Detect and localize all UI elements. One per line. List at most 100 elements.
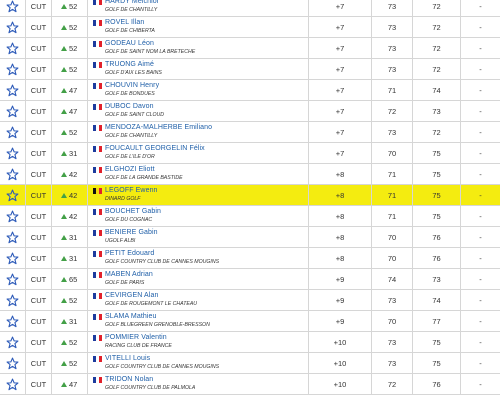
star-outline-icon[interactable]: [6, 336, 19, 349]
table-row[interactable]: CUT 47 CHOUVIN Henry GOLF DE BONDUES +7 71 74 -: [0, 80, 500, 101]
table-row[interactable]: CUT 42 LEGOFF Ewenn DINARD GOLF +8 71 75 -: [0, 185, 500, 206]
total-score-cell: +7: [309, 80, 372, 101]
round-1-score: 71: [387, 86, 397, 95]
table-row[interactable]: CUT 31 BENIERE Gabin UGOLF ALBI +8 70 76 -: [0, 227, 500, 248]
player-cell: TRUONG Aimé GOLF D'AIX LES BAINS: [88, 59, 309, 80]
table-row[interactable]: CUT 52 GODEAU Léon GOLF DE SAINT NOM LA BRE…: [0, 38, 500, 59]
star-outline-icon[interactable]: [6, 63, 19, 76]
player-name-link[interactable]: TRUONG Aimé: [105, 60, 154, 69]
position-label: CUT: [30, 107, 47, 116]
player-name-link[interactable]: POMMIER Valentin: [105, 333, 167, 342]
star-outline-icon[interactable]: [6, 231, 19, 244]
star-outline-icon[interactable]: [6, 294, 19, 307]
player-club: GOLF DE BONDUES: [105, 91, 155, 97]
total-score: +7: [335, 86, 345, 95]
france-flag-icon: [93, 146, 102, 152]
table-row[interactable]: CUT 42 BOUCHET Gabin GOLF DU COGNAC +8 71 75 -: [0, 206, 500, 227]
star-outline-icon[interactable]: [6, 378, 19, 391]
star-outline-icon[interactable]: [6, 0, 19, 13]
star-outline-icon[interactable]: [6, 315, 19, 328]
position-cell: CUT: [26, 227, 52, 248]
round-2-score-cell: 72: [413, 59, 461, 80]
player-club: GOLF DE CHIBERTA: [105, 28, 155, 34]
round-1-score: 73: [387, 65, 397, 74]
round-2-score: 72: [432, 65, 441, 74]
favorite-cell: [0, 206, 26, 227]
player-name-link[interactable]: CEVIRGEN Alan: [105, 291, 158, 300]
table-row[interactable]: CUT 52 CEVIRGEN Alan GOLF DE ROUGEMONT LE C…: [0, 290, 500, 311]
player-name-link[interactable]: BOUCHET Gabin: [105, 207, 161, 216]
movement-value: 52: [69, 2, 78, 11]
table-row[interactable]: CUT 31 SLAMA Mathieu GOLF BLUEGREEN GRENOBL…: [0, 311, 500, 332]
table-row[interactable]: CUT 65 MABEN Adrian GOLF DE PARIS +9 74 73 -: [0, 269, 500, 290]
star-outline-icon[interactable]: [6, 189, 19, 202]
position-cell: CUT: [26, 122, 52, 143]
table-row[interactable]: CUT 47 DUBOC Davon GOLF DE SAINT CLOUD +7 72 7…: [0, 101, 500, 122]
favorite-cell: [0, 164, 26, 185]
star-outline-icon[interactable]: [6, 84, 19, 97]
player-club: GOLF DE PARIS: [105, 280, 145, 286]
star-outline-icon[interactable]: [6, 42, 19, 55]
round-3-score: -: [479, 170, 482, 179]
player-name-link[interactable]: HARDY Melchior: [105, 0, 159, 6]
player-cell: MABEN Adrian GOLF DE PARIS: [88, 269, 309, 290]
position-cell: CUT: [26, 311, 52, 332]
table-row[interactable]: CUT 52 ROVEL Illan GOLF DE CHIBERTA +7 73 72 -: [0, 17, 500, 38]
player-name-link[interactable]: LEGOFF Ewenn: [105, 186, 158, 195]
table-row[interactable]: CUT 42 ELGHOZI Eliott GOLF DE LA GRANDE BAS…: [0, 164, 500, 185]
round-3-score-cell: -: [461, 101, 500, 122]
star-outline-icon[interactable]: [6, 147, 19, 160]
round-1-score: 73: [387, 296, 397, 305]
total-score-cell: +9: [309, 311, 372, 332]
player-name-link[interactable]: MABEN Adrian: [105, 270, 153, 279]
player-name-link[interactable]: ROVEL Illan: [105, 18, 144, 27]
star-outline-icon[interactable]: [6, 210, 19, 223]
round-1-score-cell: 73: [372, 0, 413, 17]
total-score: +7: [335, 107, 345, 116]
player-name-link[interactable]: TRIDON Nolan: [105, 375, 153, 384]
favorite-cell: [0, 269, 26, 290]
round-2-score-cell: 73: [413, 101, 461, 122]
arrow-up-icon: [61, 4, 67, 9]
player-name-link[interactable]: SLAMA Mathieu: [105, 312, 157, 321]
star-outline-icon[interactable]: [6, 126, 19, 139]
position-label: CUT: [30, 44, 47, 53]
player-name-link[interactable]: PETIT Edouard: [105, 249, 154, 258]
movement-value: 52: [69, 65, 78, 74]
table-row[interactable]: CUT 52 TRUONG Aimé GOLF D'AIX LES BAINS +7 73…: [0, 59, 500, 80]
player-name-link[interactable]: DUBOC Davon: [105, 102, 154, 111]
france-flag-icon: [93, 377, 102, 383]
player-name-link[interactable]: MENDOZA-MALHERBE Emiliano: [105, 123, 212, 132]
player-name-link[interactable]: VITELLI Louis: [105, 354, 150, 363]
player-cell: PETIT Edouard GOLF COUNTRY CLUB DE CANNES…: [88, 248, 309, 269]
player-name-link[interactable]: BENIERE Gabin: [105, 228, 158, 237]
round-1-score-cell: 71: [372, 206, 413, 227]
star-outline-icon[interactable]: [6, 21, 19, 34]
round-3-score: -: [479, 149, 482, 158]
player-name-link[interactable]: ELGHOZI Eliott: [105, 165, 155, 174]
arrow-up-icon: [61, 172, 67, 177]
star-outline-icon[interactable]: [6, 105, 19, 118]
table-row[interactable]: CUT 31 FOUCAULT GEORGELIN Félix GOLF DE L'I…: [0, 143, 500, 164]
round-3-score-cell: -: [461, 206, 500, 227]
table-row[interactable]: CUT 47 TRIDON Nolan GOLF COUNTRY CLUB DE PA…: [0, 374, 500, 395]
position-label: CUT: [30, 233, 47, 242]
star-outline-icon[interactable]: [6, 168, 19, 181]
player-name-link[interactable]: GODEAU Léon: [105, 39, 154, 48]
table-row[interactable]: CUT 31 PETIT Edouard GOLF COUNTRY CLUB DE C…: [0, 248, 500, 269]
player-cell: POMMIER Valentin RACING CLUB DE FRANCE: [88, 332, 309, 353]
table-row[interactable]: CUT 52 MENDOZA-MALHERBE Emiliano GOLF DE CH…: [0, 122, 500, 143]
star-outline-icon[interactable]: [6, 357, 19, 370]
movement-cell: 52: [52, 122, 88, 143]
table-row[interactable]: CUT 52 VITELLI Louis GOLF COUNTRY CLUB DE C…: [0, 353, 500, 374]
star-outline-icon[interactable]: [6, 273, 19, 286]
position-cell: CUT: [26, 374, 52, 395]
player-cell: CEVIRGEN Alan GOLF DE ROUGEMONT LE CHATEA…: [88, 290, 309, 311]
player-name-link[interactable]: FOUCAULT GEORGELIN Félix: [105, 144, 205, 153]
round-1-score: 71: [387, 191, 397, 200]
movement-cell: 47: [52, 374, 88, 395]
player-name-link[interactable]: CHOUVIN Henry: [105, 81, 159, 90]
table-row[interactable]: CUT 52 POMMIER Valentin RACING CLUB DE FRAN…: [0, 332, 500, 353]
table-row[interactable]: CUT 52 HARDY Melchior GOLF DE CHANTILLY +7 73…: [0, 0, 500, 17]
star-outline-icon[interactable]: [6, 252, 19, 265]
